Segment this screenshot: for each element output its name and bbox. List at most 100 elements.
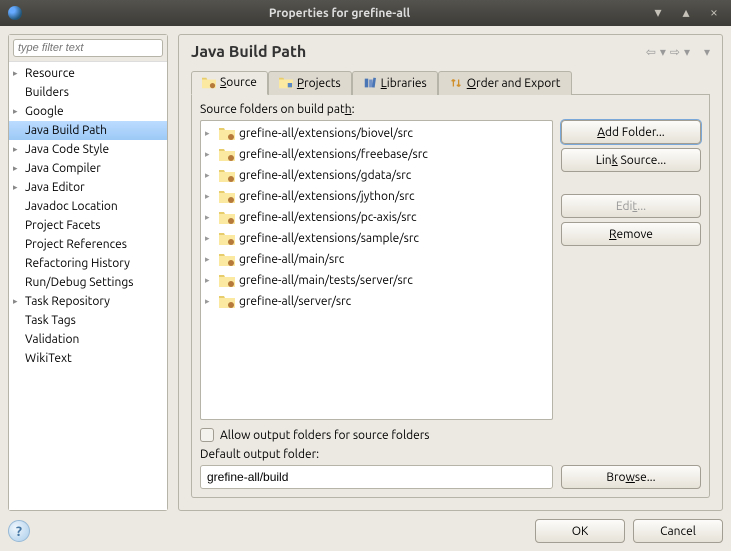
- dialog-body: ▸ResourceBuilders▸GoogleJava Build Path▸…: [0, 26, 731, 551]
- chevron-right-icon: ▸: [205, 275, 215, 286]
- default-output-label: Default output folder:: [200, 448, 701, 461]
- tab-source: Source folders on build path: ▸ grefine-a…: [191, 95, 710, 498]
- source-folder-path: grefine-all/main/src: [239, 253, 344, 266]
- add-folder-button[interactable]: Add Folder...: [561, 120, 701, 144]
- sidebar-item-label: Run/Debug Settings: [23, 276, 133, 289]
- source-folder-list[interactable]: ▸ grefine-all/extensions/biovel/src ▸ grefi…: [200, 120, 553, 420]
- app-icon: [8, 6, 22, 20]
- chevron-right-icon: ▸: [205, 170, 215, 181]
- sidebar: ▸ResourceBuilders▸GoogleJava Build Path▸…: [8, 34, 168, 511]
- sidebar-item-task-repository[interactable]: ▸Task Repository: [9, 292, 167, 311]
- tab-libraries[interactable]: Libraries: [352, 71, 438, 95]
- browse-button[interactable]: Browse...: [561, 465, 701, 489]
- source-folder-item[interactable]: ▸ grefine-all/main/tests/server/src: [203, 270, 550, 291]
- source-folder-item[interactable]: ▸ grefine-all/extensions/jython/src: [203, 186, 550, 207]
- sidebar-item-javadoc-location[interactable]: Javadoc Location: [9, 197, 167, 216]
- chevron-right-icon: ▸: [13, 144, 23, 155]
- tab-label: Projects: [297, 77, 341, 90]
- help-button[interactable]: ?: [8, 520, 30, 542]
- cancel-button[interactable]: Cancel: [633, 519, 723, 543]
- sidebar-item-label: Builders: [23, 86, 69, 99]
- source-folder-item[interactable]: ▸ grefine-all/extensions/sample/src: [203, 228, 550, 249]
- sidebar-item-validation[interactable]: Validation: [9, 330, 167, 349]
- window-title: Properties for grefine-all: [30, 7, 649, 20]
- sidebar-item-java-editor[interactable]: ▸Java Editor: [9, 178, 167, 197]
- source-folder-item[interactable]: ▸ grefine-all/extensions/pc-axis/src: [203, 207, 550, 228]
- sidebar-item-label: Task Repository: [23, 295, 110, 308]
- chevron-right-icon: ▸: [205, 128, 215, 139]
- sidebar-item-builders[interactable]: Builders: [9, 83, 167, 102]
- category-tree[interactable]: ▸ResourceBuilders▸GoogleJava Build Path▸…: [9, 62, 167, 510]
- back-menu-icon[interactable]: ▾: [660, 45, 666, 59]
- chevron-right-icon: ▸: [205, 149, 215, 160]
- title-bar: Properties for grefine-all ▾ ▴ ×: [0, 0, 731, 26]
- default-output-field[interactable]: [200, 465, 553, 489]
- sidebar-item-wikitext[interactable]: WikiText: [9, 349, 167, 368]
- chevron-right-icon: ▸: [205, 191, 215, 202]
- page-title: Java Build Path: [191, 43, 646, 61]
- source-folders-label: Source folders on build path:: [200, 103, 701, 116]
- close-icon[interactable]: ×: [705, 6, 723, 20]
- sidebar-item-resource[interactable]: ▸Resource: [9, 64, 167, 83]
- maximize-icon[interactable]: ▴: [677, 6, 695, 20]
- source-folder-item[interactable]: ▸ grefine-all/extensions/freebase/src: [203, 144, 550, 165]
- sidebar-item-label: Refactoring History: [23, 257, 130, 270]
- chevron-right-icon: ▸: [13, 296, 23, 307]
- tab-label: Order and Export: [467, 77, 561, 90]
- tab-source[interactable]: Source: [191, 71, 268, 95]
- sidebar-item-label: Resource: [23, 67, 75, 80]
- sidebar-item-run-debug-settings[interactable]: Run/Debug Settings: [9, 273, 167, 292]
- sidebar-item-java-code-style[interactable]: ▸Java Code Style: [9, 140, 167, 159]
- source-folder-item[interactable]: ▸ grefine-all/extensions/gdata/src: [203, 165, 550, 186]
- forward-icon[interactable]: ⇨: [670, 45, 680, 59]
- sidebar-item-java-build-path[interactable]: Java Build Path: [9, 121, 167, 140]
- sidebar-item-project-references[interactable]: Project References: [9, 235, 167, 254]
- source-folder-path: grefine-all/extensions/biovel/src: [239, 127, 413, 140]
- chevron-right-icon: ▸: [13, 163, 23, 174]
- sidebar-item-label: Project References: [23, 238, 127, 251]
- source-folder-item[interactable]: ▸ grefine-all/main/src: [203, 249, 550, 270]
- view-menu-icon[interactable]: ▾: [704, 45, 710, 59]
- source-folder-path: grefine-all/extensions/pc-axis/src: [239, 211, 417, 224]
- source-folder-path: grefine-all/extensions/sample/src: [239, 232, 419, 245]
- sidebar-item-label: Java Code Style: [23, 143, 109, 156]
- allow-output-checkbox[interactable]: [200, 428, 214, 442]
- remove-button[interactable]: Remove: [561, 222, 701, 246]
- sidebar-item-label: WikiText: [23, 352, 72, 365]
- chevron-right-icon: ▸: [205, 296, 215, 307]
- sidebar-item-label: Java Editor: [23, 181, 85, 194]
- sidebar-item-label: Project Facets: [23, 219, 100, 232]
- ok-button[interactable]: OK: [535, 519, 625, 543]
- edit-button[interactable]: Edit...: [561, 194, 701, 218]
- sidebar-item-label: Java Build Path: [23, 124, 107, 137]
- chevron-right-icon: ▸: [205, 212, 215, 223]
- tab-bar: Source Projects Libraries Order and Export: [191, 71, 710, 95]
- sidebar-item-label: Java Compiler: [23, 162, 101, 175]
- chevron-right-icon: ▸: [205, 233, 215, 244]
- sidebar-item-google[interactable]: ▸Google: [9, 102, 167, 121]
- sidebar-item-java-compiler[interactable]: ▸Java Compiler: [9, 159, 167, 178]
- source-folder-path: grefine-all/extensions/gdata/src: [239, 169, 411, 182]
- source-folder-item[interactable]: ▸ grefine-all/server/src: [203, 291, 550, 312]
- right-pane: Java Build Path ⇦ ▾ ⇨ ▾ ▾ Source Projects…: [178, 34, 723, 511]
- back-icon[interactable]: ⇦: [646, 45, 656, 59]
- tab-projects[interactable]: Projects: [268, 71, 352, 95]
- source-folder-path: grefine-all/main/tests/server/src: [239, 274, 413, 287]
- sidebar-item-label: Validation: [23, 333, 79, 346]
- tab-order-and-export[interactable]: Order and Export: [438, 71, 572, 95]
- source-folder-path: grefine-all/server/src: [239, 295, 351, 308]
- chevron-right-icon: ▸: [13, 106, 23, 117]
- sidebar-item-project-facets[interactable]: Project Facets: [9, 216, 167, 235]
- minimize-icon[interactable]: ▾: [649, 6, 667, 20]
- filter-input[interactable]: [13, 39, 163, 57]
- source-folder-item[interactable]: ▸ grefine-all/extensions/biovel/src: [203, 123, 550, 144]
- chevron-right-icon: ▸: [205, 254, 215, 265]
- sidebar-item-refactoring-history[interactable]: Refactoring History: [9, 254, 167, 273]
- sidebar-item-label: Javadoc Location: [23, 200, 118, 213]
- source-folder-path: grefine-all/extensions/jython/src: [239, 190, 415, 203]
- forward-menu-icon[interactable]: ▾: [684, 45, 690, 59]
- history-nav: ⇦ ▾ ⇨ ▾ ▾: [646, 45, 710, 59]
- source-folder-path: grefine-all/extensions/freebase/src: [239, 148, 428, 161]
- link-source-button[interactable]: Link Source...: [561, 148, 701, 172]
- sidebar-item-task-tags[interactable]: Task Tags: [9, 311, 167, 330]
